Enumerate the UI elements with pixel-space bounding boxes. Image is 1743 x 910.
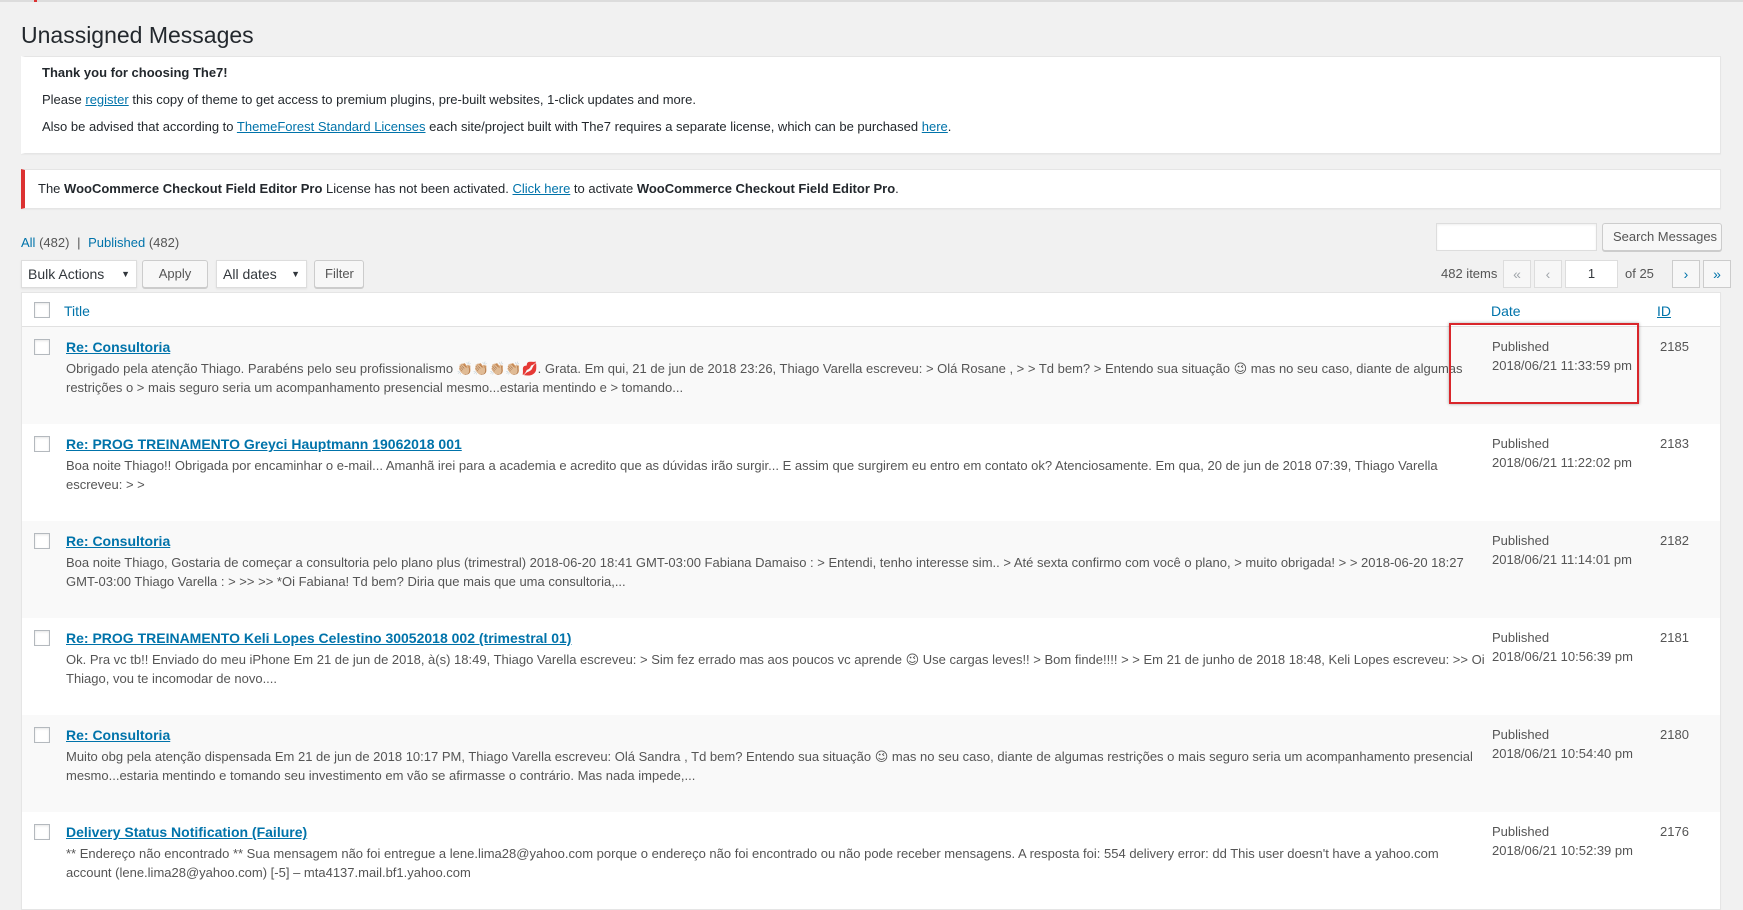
- message-id: 2176: [1660, 824, 1689, 839]
- theme-notice-line3-middle: each site/project built with The7 requir…: [429, 119, 919, 134]
- items-count: 482 items: [1441, 266, 1498, 281]
- search-input[interactable]: [1436, 223, 1597, 251]
- view-all-count: (482): [39, 235, 70, 250]
- dates-filter-select[interactable]: All dates ▼: [216, 260, 307, 288]
- top-accent-mark: [34, 0, 37, 2]
- message-title-link[interactable]: Delivery Status Notification (Failure): [66, 824, 307, 840]
- message-excerpt: Obrigado pela atenção Thiago. Parabéns p…: [66, 361, 1463, 395]
- filter-button[interactable]: Filter: [314, 260, 364, 288]
- search-messages-button[interactable]: Search Messages: [1602, 223, 1722, 251]
- message-title-link[interactable]: Re: PROG TREINAMENTO Keli Lopes Celestin…: [66, 630, 571, 646]
- bulk-actions-value: Bulk Actions: [28, 266, 105, 282]
- message-id: 2183: [1660, 436, 1689, 451]
- register-link[interactable]: register: [85, 92, 128, 107]
- table-row: Re: Consultoria Boa noite Thiago, Gostar…: [22, 521, 1720, 618]
- message-status: Published: [1492, 727, 1550, 742]
- message-id: 2180: [1660, 727, 1689, 742]
- column-date-header[interactable]: Date: [1491, 303, 1521, 319]
- table-header: Title Date ID: [22, 293, 1720, 327]
- dates-filter-value: All dates: [223, 266, 277, 282]
- view-all-link[interactable]: All: [21, 235, 35, 250]
- table-row: Re: PROG TREINAMENTO Keli Lopes Celestin…: [22, 618, 1720, 715]
- row-checkbox[interactable]: [34, 630, 50, 646]
- message-excerpt: ** Endereço não encontrado ** Sua mensag…: [66, 846, 1439, 880]
- theme-notice-line3-prefix: Also be advised that according to: [42, 119, 234, 134]
- message-excerpt: Boa noite Thiago!! Obrigada por encaminh…: [66, 458, 1438, 492]
- message-status: Published: [1492, 339, 1550, 354]
- license-product-name: WooCommerce Checkout Field Editor Pro: [64, 181, 323, 196]
- message-title-link[interactable]: Re: Consultoria: [66, 727, 170, 743]
- message-id: 2185: [1660, 339, 1689, 354]
- message-status: Published: [1492, 824, 1550, 839]
- view-published-count: (482): [148, 235, 180, 250]
- license-notice-suffix: .: [895, 181, 899, 196]
- select-all-checkbox[interactable]: [34, 302, 50, 318]
- license-notice-middle2: to activate: [573, 181, 634, 196]
- bulk-actions-select[interactable]: Bulk Actions ▼: [21, 260, 137, 288]
- message-title-link[interactable]: Re: PROG TREINAMENTO Greyci Hauptmann 19…: [66, 436, 462, 452]
- message-status: Published: [1492, 533, 1550, 548]
- theme-notice-line2-prefix: Please: [42, 92, 82, 107]
- license-product-name-2: WooCommerce Checkout Field Editor Pro: [636, 181, 896, 196]
- message-date: 2018/06/21 11:33:59 pm: [1492, 358, 1632, 373]
- message-date: 2018/06/21 11:22:02 pm: [1492, 455, 1632, 470]
- activate-license-link[interactable]: Click here: [513, 181, 571, 196]
- message-status: Published: [1492, 630, 1550, 645]
- table-row: Re: Consultoria Obrigado pela atenção Th…: [22, 327, 1720, 424]
- next-page-button[interactable]: ›: [1672, 260, 1700, 288]
- message-date: 2018/06/21 11:14:01 pm: [1492, 552, 1632, 567]
- row-checkbox[interactable]: [34, 436, 50, 452]
- apply-button[interactable]: Apply: [142, 260, 208, 288]
- row-checkbox[interactable]: [34, 339, 50, 355]
- views-separator: |: [77, 235, 81, 250]
- message-excerpt: Ok. Pra vc tb!! Enviado do meu iPhone Em…: [66, 652, 1485, 686]
- theme-notice-line2-suffix: this copy of theme to get access to prem…: [132, 92, 696, 107]
- chevron-down-icon: ▼: [291, 269, 300, 279]
- page-title: Unassigned Messages: [21, 22, 254, 48]
- table-row: Delivery Status Notification (Failure) *…: [22, 812, 1720, 909]
- status-views: All (482) | Published (482): [21, 235, 179, 250]
- message-id: 2181: [1660, 630, 1689, 645]
- messages-table: Title Date ID Re: Consultoria Obrigado p…: [21, 292, 1721, 910]
- message-title-link[interactable]: Re: Consultoria: [66, 533, 170, 549]
- message-status: Published: [1492, 436, 1550, 451]
- licenses-link[interactable]: ThemeForest Standard Licenses: [237, 119, 426, 134]
- message-date: 2018/06/21 10:54:40 pm: [1492, 746, 1633, 761]
- table-row: Re: Consultoria Muito obg pela atenção d…: [22, 715, 1720, 812]
- message-date: 2018/06/21 10:56:39 pm: [1492, 649, 1633, 664]
- license-notice-middle: License has not been activated.: [326, 181, 509, 196]
- message-excerpt: Muito obg pela atenção dispensada Em 21 …: [66, 749, 1473, 783]
- row-checkbox[interactable]: [34, 727, 50, 743]
- first-page-button[interactable]: «: [1503, 260, 1531, 288]
- prev-page-button[interactable]: ‹: [1534, 260, 1562, 288]
- table-row: Re: PROG TREINAMENTO Greyci Hauptmann 19…: [22, 424, 1720, 521]
- message-excerpt: Boa noite Thiago, Gostaria de começar a …: [66, 555, 1464, 589]
- last-page-button[interactable]: »: [1703, 260, 1731, 288]
- theme-notice-line3-suffix: .: [947, 119, 952, 134]
- purchase-here-link[interactable]: here: [922, 119, 948, 134]
- top-edge: [0, 0, 1743, 2]
- chevron-down-icon: ▼: [121, 269, 130, 279]
- column-title-header[interactable]: Title: [64, 303, 90, 319]
- theme-notice: Thank you for choosing The7! Please regi…: [21, 56, 1721, 154]
- row-checkbox[interactable]: [34, 533, 50, 549]
- row-checkbox[interactable]: [34, 824, 50, 840]
- message-id: 2182: [1660, 533, 1689, 548]
- column-id-header[interactable]: ID: [1657, 303, 1671, 319]
- theme-notice-heading: Thank you for choosing The7!: [42, 65, 228, 80]
- message-date: 2018/06/21 10:52:39 pm: [1492, 843, 1633, 858]
- license-error-notice: The WooCommerce Checkout Field Editor Pr…: [21, 169, 1721, 209]
- message-title-link[interactable]: Re: Consultoria: [66, 339, 170, 355]
- total-pages: of 25: [1625, 266, 1654, 281]
- view-published-link[interactable]: Published: [88, 235, 145, 250]
- current-page-input[interactable]: 1: [1565, 260, 1618, 288]
- license-notice-prefix: The: [38, 181, 61, 196]
